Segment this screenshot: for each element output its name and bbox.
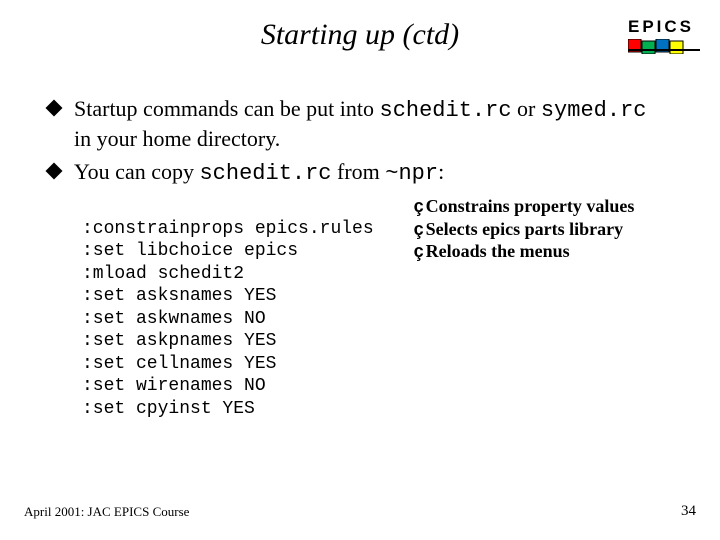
brand-logo: EPICS	[628, 18, 700, 59]
code-run: ~npr	[385, 161, 438, 186]
brand-text: EPICS	[628, 18, 700, 35]
code-line: :set libchoice epics	[82, 241, 298, 261]
annotation-text: Constrains property values	[426, 195, 635, 218]
code-line: :set askpnames YES	[82, 331, 276, 351]
bullet-text: You can copy schedit.rc from ~npr:	[74, 158, 444, 188]
code-lines: :constrainprops epics.rules :set libchoi…	[82, 195, 374, 420]
page-title: Starting up (ctd)	[0, 18, 720, 52]
bullet-list: Startup commands can be put into schedit…	[48, 95, 648, 194]
text-run: You can copy	[74, 159, 199, 184]
code-line: :set cellnames YES	[82, 354, 276, 374]
annotations: ç Constrains property values ç Selects e…	[414, 195, 635, 263]
code-block: :constrainprops epics.rules :set libchoi…	[82, 195, 634, 420]
text-run: :	[438, 159, 444, 184]
code-line: :set wirenames NO	[82, 376, 266, 396]
code-run: schedit.rc	[199, 161, 331, 186]
list-item: Startup commands can be put into schedit…	[48, 95, 648, 152]
page-number: 34	[681, 503, 696, 520]
annotation-row: ç Selects epics parts library	[414, 218, 635, 241]
footer-left: April 2001: JAC EPICS Course	[24, 504, 189, 520]
code-run: schedit.rc	[380, 98, 512, 123]
code-line: :mload schedit2	[82, 264, 244, 284]
diamond-bullet-icon	[46, 100, 63, 117]
slide: Starting up (ctd) EPICS Startup commands…	[0, 0, 720, 540]
list-item: You can copy schedit.rc from ~npr:	[48, 158, 648, 188]
code-line: :set askwnames NO	[82, 309, 266, 329]
text-run: Startup commands can be put into	[74, 96, 380, 121]
brand-squares-icon	[628, 39, 700, 54]
annotation-text: Reloads the menus	[426, 240, 570, 263]
diamond-bullet-icon	[46, 163, 63, 180]
code-line: :set asksnames YES	[82, 286, 276, 306]
bullet-text: Startup commands can be put into schedit…	[74, 95, 648, 152]
left-arrow-icon: ç	[414, 218, 424, 241]
left-arrow-icon: ç	[414, 240, 424, 263]
annotation-row: ç Constrains property values	[414, 195, 635, 218]
code-line: :set cpyinst YES	[82, 399, 255, 419]
code-run: symed.rc	[541, 98, 647, 123]
text-run: in your home directory.	[74, 126, 280, 151]
annotation-row: ç Reloads the menus	[414, 240, 635, 263]
text-run: or	[512, 96, 541, 121]
annotation-text: Selects epics parts library	[426, 218, 623, 241]
text-run: from	[332, 159, 386, 184]
code-line: :constrainprops epics.rules	[82, 219, 374, 239]
left-arrow-icon: ç	[414, 195, 424, 218]
